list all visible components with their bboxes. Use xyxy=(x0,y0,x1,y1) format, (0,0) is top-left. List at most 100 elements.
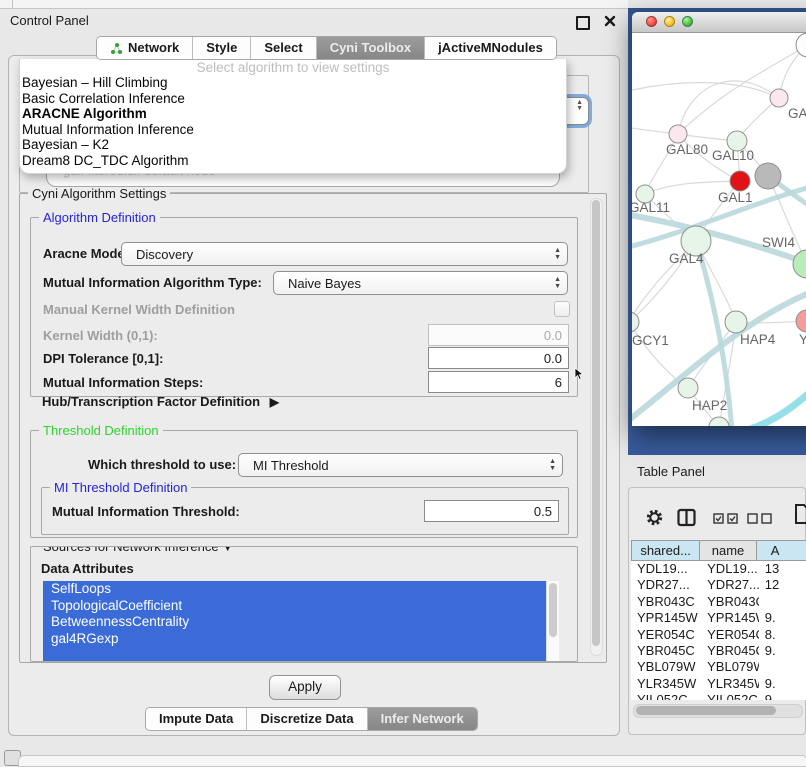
network-node-hap4[interactable] xyxy=(725,311,747,333)
table-row[interactable]: YPR145WYPR145W9. xyxy=(631,610,806,626)
table-row[interactable]: YER054CYER054C8. xyxy=(631,627,806,643)
deselect-checkboxes-icon[interactable] xyxy=(747,513,773,524)
cyni-algorithm-settings-group: Cyni Algorithm Settings Algorithm Defini… xyxy=(19,193,607,663)
table-row[interactable]: YIL052CYIL052C9. xyxy=(631,692,806,700)
network-node-y[interactable] xyxy=(796,310,806,332)
tab-jactivemnodules[interactable]: jActiveMNodules xyxy=(424,37,556,59)
attribute-item[interactable]: BetweennessCentrality xyxy=(43,614,547,631)
network-node-swi4[interactable] xyxy=(793,250,806,278)
aracne-mode-combobox[interactable]: Discovery ▲▼ xyxy=(121,242,568,266)
node-label: GAL80 xyxy=(666,142,708,157)
tab-network[interactable]: Network xyxy=(97,37,192,59)
algorithm-option[interactable]: ARACNE Algorithm xyxy=(20,106,566,122)
mouse-cursor xyxy=(574,367,585,386)
settings-group-title: Cyni Algorithm Settings xyxy=(28,186,170,201)
column-header-a[interactable]: A xyxy=(757,540,806,561)
table-row[interactable]: YBL079WYBL079W xyxy=(631,659,806,675)
network-node[interactable] xyxy=(796,33,806,57)
network-node-gcy1[interactable] xyxy=(632,312,639,332)
new-document-icon[interactable] xyxy=(795,504,806,524)
mi-steps-field[interactable]: 6 xyxy=(428,371,569,393)
mi-type-combobox[interactable]: Naive Bayes ▲▼ xyxy=(273,271,568,295)
table-hscrollbar[interactable] xyxy=(633,704,803,718)
attribute-item[interactable]: gal4RGexp xyxy=(43,631,547,648)
tab-cyni-toolbox[interactable]: Cyni Toolbox xyxy=(316,37,424,59)
settings-scrollbar-thumb[interactable] xyxy=(592,200,600,646)
panel-notch xyxy=(12,0,13,8)
sources-title: Sources for Network Inference ▼ xyxy=(39,546,237,554)
tab-style[interactable]: Style xyxy=(192,37,250,59)
network-canvas[interactable]: GAL7GAL80GAL10GAL1GAL11GAL4SWI4GCY1HAP4Y… xyxy=(632,32,806,426)
attribute-item[interactable]: SelfLoops xyxy=(43,581,547,598)
column-header-shared-[interactable]: shared... xyxy=(631,540,700,561)
attributes-scrollbar-thumb[interactable] xyxy=(549,583,557,637)
algorithm-definition-group: Algorithm Definition Aracne Mode: Discov… xyxy=(30,217,578,397)
column-header-name[interactable]: name xyxy=(700,540,757,561)
table-row[interactable]: YLR345WYLR345W9. xyxy=(631,676,806,692)
table-cell: YER054C xyxy=(631,627,701,643)
apply-button[interactable]: Apply xyxy=(269,675,341,700)
network-window-titlebar[interactable] xyxy=(632,12,806,33)
dpi-tolerance-field[interactable]: 0.0 xyxy=(428,347,569,369)
mi-threshold-field[interactable]: 0.5 xyxy=(424,500,559,522)
tab-impute-data[interactable]: Impute Data xyxy=(146,708,246,730)
network-node-gal80[interactable] xyxy=(669,125,687,143)
select-all-checkboxes-icon[interactable] xyxy=(713,513,739,524)
data-attributes-selection: SelfLoopsTopologicalCoefficientBetweenne… xyxy=(43,581,547,661)
tab-select[interactable]: Select xyxy=(250,37,315,59)
table-row[interactable]: YBR043CYBR043C xyxy=(631,594,806,610)
table-panel: shared...nameA YDL19...YDL19...13YDR27..… xyxy=(628,487,806,735)
tab-infer-network[interactable]: Infer Network xyxy=(367,708,477,730)
network-node-hap2[interactable] xyxy=(678,378,698,398)
attribute-item[interactable]: TopologicalCoefficient xyxy=(43,598,547,615)
hub-definition-expander[interactable]: Hub/Transcription Factor Definition ▶ xyxy=(42,394,279,409)
table-row[interactable]: YBR045CYBR045C9. xyxy=(631,643,806,659)
algorithm-option[interactable]: Bayesian – Hill Climbing xyxy=(20,75,566,91)
which-threshold-value: MI Threshold xyxy=(253,458,329,473)
table-cell: YBR045C xyxy=(631,643,701,659)
kernel-width-field[interactable]: 0.0 xyxy=(428,324,569,346)
table-row[interactable]: YDR27...YDR27...12 xyxy=(631,577,806,593)
algorithm-option[interactable]: Basic Correlation Inference xyxy=(20,91,566,107)
network-view-window[interactable]: GAL7GAL80GAL10GAL1GAL11GAL4SWI4GCY1HAP4Y… xyxy=(632,12,806,426)
close-panel-icon[interactable] xyxy=(604,15,616,27)
minimize-window-icon[interactable] xyxy=(664,16,675,27)
table-row[interactable]: YDL19...YDL19...13 xyxy=(631,561,806,577)
mi-steps-label: Mutual Information Steps: xyxy=(43,375,203,390)
algorithm-option[interactable]: Bayesian – K2 xyxy=(20,137,566,153)
node-label: HAP4 xyxy=(740,332,776,347)
node-label: GAL11 xyxy=(632,200,670,215)
table-cell: 9. xyxy=(759,692,806,700)
network-node[interactable] xyxy=(755,163,781,189)
tab-discretize-data[interactable]: Discretize Data xyxy=(246,708,366,730)
table-cell: YDR27... xyxy=(631,577,701,593)
expander-expanded-icon[interactable]: ▼ xyxy=(222,546,233,554)
node-label: GCY1 xyxy=(632,333,669,348)
table-cell: YBR045C xyxy=(701,643,759,659)
table-hscrollbar-thumb[interactable] xyxy=(636,706,776,715)
which-threshold-combobox[interactable]: MI Threshold ▲▼ xyxy=(238,453,563,477)
network-edge-thick xyxy=(740,372,806,426)
float-panel-icon[interactable] xyxy=(576,16,590,30)
mi-threshold-definition-group: MI Threshold Definition Mutual Informati… xyxy=(41,487,569,535)
attributes-scrollbar[interactable] xyxy=(546,581,559,661)
columns-icon[interactable] xyxy=(677,508,696,527)
stepper-icon: ▲▼ xyxy=(554,247,561,261)
close-window-icon[interactable] xyxy=(646,16,657,27)
table-cell: YBL079W xyxy=(631,659,701,675)
table-cell: YIL052C xyxy=(701,692,759,700)
mi-type-label: Mutual Information Algorithm Type: xyxy=(43,275,262,290)
zoom-window-icon[interactable] xyxy=(682,16,693,27)
network-node-gal1[interactable] xyxy=(730,171,750,191)
stepper-icon: ▲▼ xyxy=(554,276,561,290)
manual-kernel-checkbox[interactable] xyxy=(554,301,570,317)
algorithm-option[interactable]: Mutual Information Inference xyxy=(20,122,566,138)
algorithm-option[interactable]: Dream8 DC_TDC Algorithm xyxy=(20,153,566,169)
gear-icon[interactable] xyxy=(645,508,664,527)
expander-collapsed-icon: ▶ xyxy=(270,395,279,409)
table-cell: YBR043C xyxy=(701,594,759,610)
control-panel-tabbar: NetworkStyleSelectCyni ToolboxjActiveMNo… xyxy=(96,36,557,60)
settings-scrollbar[interactable] xyxy=(590,198,603,656)
which-threshold-label: Which threshold to use: xyxy=(88,457,236,472)
network-node-gal7[interactable] xyxy=(770,89,788,107)
